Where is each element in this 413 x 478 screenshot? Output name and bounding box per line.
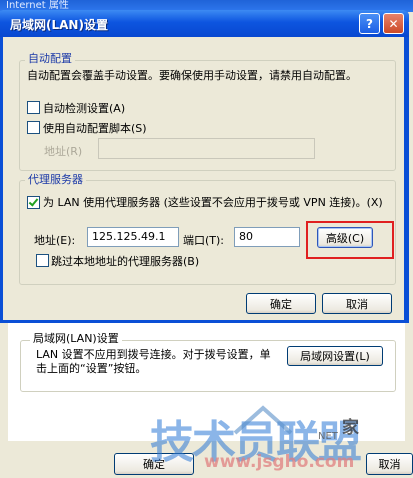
proxy-port-label: 端口(T): <box>183 234 225 247</box>
advanced-button[interactable]: 高级(C) <box>317 227 373 248</box>
lan-dialog-titlebar[interactable]: 局域网(LAN)设置 ? ✕ <box>0 10 409 37</box>
auto-script-label[interactable]: 使用自动配置脚本(S) <box>43 120 147 136</box>
bypass-local-label[interactable]: 跳过本地地址的代理服务器(B) <box>51 253 199 269</box>
proxy-server-group-label: 代理服务器 <box>25 171 86 187</box>
use-proxy-label[interactable]: 为 LAN 使用代理服务器 (这些设置不会应用于拨号或 VPN 连接)。(X) <box>43 195 391 210</box>
proxy-address-label: 地址(E): <box>34 234 76 247</box>
bypass-local-checkbox[interactable] <box>36 254 49 267</box>
help-button[interactable]: ? <box>359 13 380 34</box>
background-lan-description: LAN 设置不应用到拨号连接。对于拨号设置，单击上面的“设置”按钮。 <box>36 348 271 375</box>
watermark-brand: 家 <box>342 418 359 438</box>
proxy-port-input[interactable]: 80 <box>234 227 300 247</box>
cancel-button[interactable]: 取消 <box>322 293 392 314</box>
script-address-label: 地址(R) <box>44 145 83 158</box>
close-icon: ✕ <box>388 16 399 31</box>
auto-config-description: 自动配置会覆盖手动设置。要确保使用手动设置，请禁用自动配置。 <box>27 69 357 82</box>
auto-detect-checkbox[interactable] <box>27 101 40 114</box>
watermark-house-icon <box>233 405 293 435</box>
ok-button[interactable]: 确定 <box>246 293 316 314</box>
auto-detect-label[interactable]: 自动检测设置(A) <box>43 100 125 116</box>
lan-dialog-title: 局域网(LAN)设置 <box>10 18 108 32</box>
close-button[interactable]: ✕ <box>383 13 404 34</box>
auto-script-checkbox[interactable] <box>27 121 40 134</box>
lan-settings-button[interactable]: 局域网设置(L) <box>287 346 383 366</box>
help-icon: ? <box>366 16 373 31</box>
use-proxy-checkbox[interactable] <box>27 196 40 209</box>
background-lan-group-label: 局域网(LAN)设置 <box>30 330 122 346</box>
script-address-field[interactable] <box>98 138 315 159</box>
watermark-net: NET <box>318 431 338 442</box>
proxy-address-input[interactable]: 125.125.49.1 <box>87 227 179 247</box>
auto-config-group-label: 自动配置 <box>25 50 75 66</box>
watermark-url: www.jsgho.com <box>204 452 355 472</box>
background-cancel-button[interactable]: 取消 <box>366 453 413 475</box>
